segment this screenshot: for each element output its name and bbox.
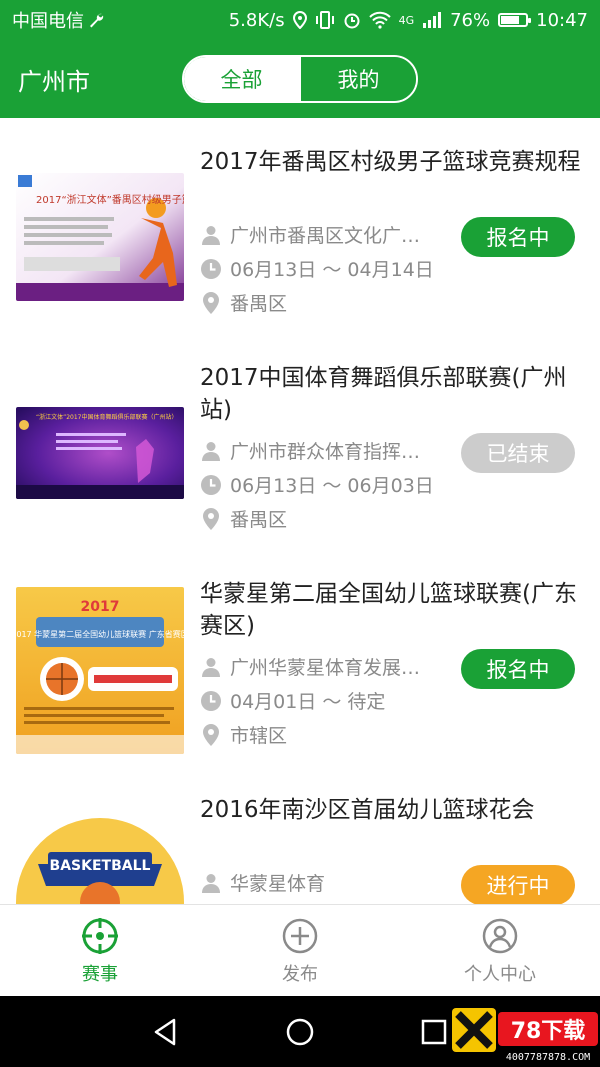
status-bar: 中国电信 5.8K/s 4G 76% 10:47 — [0, 0, 600, 40]
location-pin-icon — [200, 723, 222, 746]
nav-profile[interactable]: 个人中心 — [400, 905, 600, 996]
home-icon[interactable] — [282, 1014, 318, 1050]
nav-label: 发布 — [282, 963, 318, 985]
user-icon — [200, 440, 222, 462]
watermark-text: 78下载 — [511, 1018, 586, 1044]
event-item[interactable]: “浙江文体”2017中国体育舞蹈俱乐部联赛（广州站） 2017中国体育舞蹈俱乐部… — [0, 334, 600, 550]
wifi-icon — [368, 11, 391, 29]
user-icon — [200, 872, 222, 894]
date-text: 06月13日 ～ 06月03日 — [230, 475, 434, 497]
tab-mine[interactable]: 我的 — [299, 57, 416, 101]
alarm-icon — [344, 13, 360, 29]
status-badge[interactable]: 报名中 — [461, 649, 575, 689]
nav-label: 赛事 — [82, 963, 118, 985]
network-speed: 5.8K/s — [228, 9, 285, 31]
event-title: 华蒙星第二届全国幼儿篮球联赛(广东赛区) — [200, 581, 577, 639]
watermark-logo: 78下载 4007787878.COM — [452, 1002, 600, 1064]
event-title: 2017中国体育舞蹈俱乐部联赛(广州站) — [200, 365, 567, 423]
clock-icon — [200, 690, 222, 712]
target-icon — [82, 917, 118, 954]
event-item[interactable]: 2017 2017 华蒙星第二届全国幼儿篮球联赛 广东省赛区 华蒙星第二届全国幼… — [0, 550, 600, 766]
nav-label: 个人中心 — [464, 963, 536, 985]
event-area: 市辖区 — [200, 721, 455, 748]
wrench-icon — [90, 13, 104, 28]
status-badge[interactable]: 进行中 — [461, 865, 575, 904]
nav-publish[interactable]: 发布 — [200, 905, 400, 996]
area-text: 番禺区 — [230, 293, 288, 315]
event-organizer: 华蒙星体育 — [200, 869, 455, 896]
event-date: 06月13日 ～ 04月14日 — [200, 255, 455, 282]
event-date: 04月01日 ～ 待定 — [200, 687, 455, 714]
event-poster: “浙江文体”2017中国体育舞蹈俱乐部联赛（广州站） — [16, 407, 184, 499]
back-icon[interactable] — [148, 1014, 184, 1050]
vibrate-icon — [315, 11, 334, 29]
event-title: 2017年番禺区村级男子篮球竞赛规程 — [200, 149, 581, 175]
event-date: 06月13日 ～ 06月03日 — [200, 471, 455, 498]
organizer-text: 华蒙星体育 — [230, 873, 326, 895]
recents-icon[interactable] — [416, 1014, 452, 1050]
event-item[interactable]: BASKETBALL 2016年南沙区首届幼儿篮球花会 华蒙星体育 进行中 — [0, 766, 600, 904]
clock: 10:47 — [536, 9, 588, 31]
signal-type-label: 4G — [398, 13, 415, 27]
bottom-navigation: 赛事 发布 个人中心 — [0, 904, 600, 996]
event-organizer: 广州市群众体育指挥… — [200, 437, 455, 464]
location-pin-icon — [200, 291, 222, 314]
organizer-text: 广州市番禺区文化广… — [230, 225, 421, 247]
app-header: 广州市 全部 我的 — [0, 40, 600, 118]
user-circle-icon — [482, 918, 518, 953]
svg-text:2017: 2017 — [81, 599, 120, 615]
plus-circle-icon — [282, 918, 318, 953]
location-icon — [292, 11, 307, 29]
event-item[interactable]: 2017“浙江文体”番禺区村级男子篮球赛 2017年番禺区村级男子篮球竞赛规程 … — [0, 118, 600, 334]
event-poster: BASKETBALL — [16, 804, 184, 904]
area-text: 番禺区 — [230, 509, 288, 531]
signal-icon — [423, 12, 442, 28]
user-icon — [200, 656, 222, 678]
event-organizer: 广州市番禺区文化广… — [200, 221, 455, 248]
clock-icon — [200, 258, 222, 280]
organizer-text: 广州华蒙星体育发展… — [230, 657, 421, 679]
area-text: 市辖区 — [230, 725, 288, 747]
watermark-url: 4007787878.COM — [506, 1052, 590, 1063]
user-icon — [200, 224, 222, 246]
filter-segmented-control: 全部 我的 — [182, 55, 418, 103]
event-poster: 2017 2017 华蒙星第二届全国幼儿篮球联赛 广东省赛区 — [16, 587, 184, 754]
poster-text: 2017 华蒙星第二届全国幼儿篮球联赛 广东省赛区 — [16, 629, 184, 639]
poster-text: 2017“浙江文体”番禺区村级男子篮球赛 — [36, 193, 184, 206]
clock-icon — [200, 474, 222, 496]
tab-all[interactable]: 全部 — [184, 57, 299, 101]
event-poster: 2017“浙江文体”番禺区村级男子篮球赛 — [16, 173, 184, 301]
battery-icon — [498, 13, 532, 27]
poster-text: “浙江文体”2017中国体育舞蹈俱乐部联赛（广州站） — [36, 413, 178, 421]
city-selector[interactable]: 广州市 — [18, 62, 90, 97]
organizer-text: 广州市群众体育指挥… — [230, 441, 421, 463]
date-text: 06月13日 ～ 04月14日 — [230, 259, 434, 281]
nav-events[interactable]: 赛事 — [0, 905, 200, 996]
battery-percent: 76% — [450, 9, 491, 31]
event-area: 番禺区 — [200, 505, 455, 532]
carrier-label: 中国电信 — [12, 11, 84, 32]
status-badge[interactable]: 已结束 — [461, 433, 575, 473]
event-list: 2017“浙江文体”番禺区村级男子篮球赛 2017年番禺区村级男子篮球竞赛规程 … — [0, 118, 600, 904]
event-area: 番禺区 — [200, 289, 455, 316]
status-badge[interactable]: 报名中 — [461, 217, 575, 257]
event-organizer: 广州华蒙星体育发展… — [200, 653, 455, 680]
event-title: 2016年南沙区首届幼儿篮球花会 — [200, 797, 535, 823]
poster-text: BASKETBALL — [50, 858, 151, 874]
date-text: 04月01日 ～ 待定 — [230, 691, 386, 713]
location-pin-icon — [200, 507, 222, 530]
